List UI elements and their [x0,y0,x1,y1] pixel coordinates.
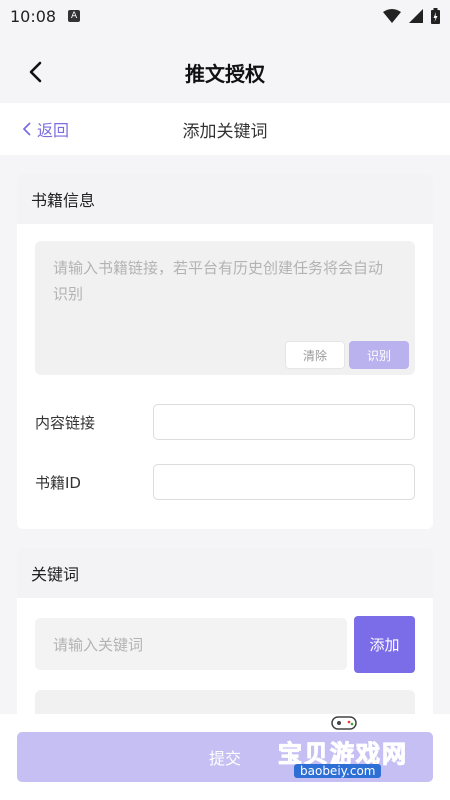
status-icons [383,8,440,24]
return-label: 返回 [37,121,70,140]
watermark-logo: 宝贝游戏网 baobeiy.com [272,712,422,782]
recognize-button[interactable]: 识别 [349,341,409,369]
book-link-textarea[interactable]: 请输入书籍链接，若平台有历史创建任务将会自动识别 清除 识别 [35,241,415,375]
keywords-header: 关键词 [17,548,433,598]
book-link-placeholder: 请输入书籍链接，若平台有历史创建任务将会自动识别 [53,259,384,303]
notification-icon: A [68,10,81,22]
sub-title: 添加关键词 [182,121,268,142]
clear-button[interactable]: 清除 [285,341,345,369]
signal-icon [409,9,423,23]
page-title: 推文授权 [185,61,265,86]
chevron-left-icon [23,122,31,136]
app-bar: 推文授权 [0,42,450,102]
book-info-header: 书籍信息 [17,174,433,224]
book-id-label: 书籍ID [35,473,81,492]
keyword-input[interactable]: 请输入关键词 [35,618,347,670]
book-id-row: 书籍ID [35,464,415,500]
content-link-row: 内容链接 [35,404,415,440]
gamepad-icon [331,716,357,730]
back-button[interactable] [20,57,50,87]
watermark-url: baobeiy.com [294,764,382,778]
return-link[interactable]: 返回 [22,117,69,141]
wifi-icon [383,9,401,23]
add-keyword-button[interactable]: 添加 [354,616,415,673]
battery-icon [431,8,440,24]
chevron-left-icon [29,61,42,83]
book-info-card: 书籍信息 请输入书籍链接，若平台有历史创建任务将会自动识别 清除 识别 内容链接… [17,174,433,529]
status-time: 10:08 [10,6,57,26]
content-link-label: 内容链接 [35,413,96,432]
content-link-input[interactable] [153,404,415,440]
status-bar: 10:08 A [0,0,450,32]
book-id-input[interactable] [153,464,415,500]
sub-header: 返回 添加关键词 [0,103,450,155]
